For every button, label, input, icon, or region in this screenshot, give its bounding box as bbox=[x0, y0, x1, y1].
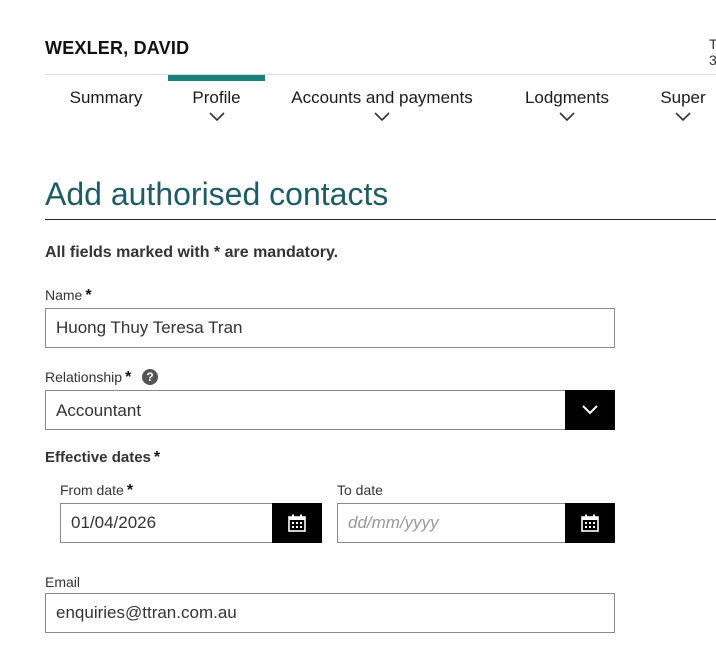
nav-item-label: Lodgments bbox=[524, 88, 610, 107]
relationship-label: Relationship * bbox=[45, 369, 132, 386]
chevron-down-icon bbox=[675, 112, 691, 122]
nav-item-super[interactable]: Super bbox=[654, 75, 712, 130]
nav-item-profile[interactable]: Profile bbox=[168, 75, 265, 130]
relationship-selected-value: Accountant bbox=[56, 401, 142, 420]
nav-item-summary[interactable]: Summary bbox=[62, 75, 150, 130]
help-icon[interactable]: ? bbox=[142, 369, 158, 385]
chevron-down-icon bbox=[374, 112, 390, 122]
calendar-icon bbox=[581, 514, 599, 532]
header-info-cut: T 3 bbox=[709, 36, 716, 68]
from-date-label: From date * bbox=[60, 482, 134, 499]
from-date-calendar-button[interactable] bbox=[272, 503, 322, 543]
nav-item-lodgments[interactable]: Lodgments bbox=[517, 75, 617, 130]
from-date-input[interactable] bbox=[60, 503, 273, 543]
to-date-input[interactable] bbox=[337, 503, 566, 543]
required-marker: * bbox=[125, 369, 132, 386]
main-nav: Summary Profile Accounts and payments Lo… bbox=[0, 75, 716, 135]
chevron-down-icon bbox=[208, 112, 225, 122]
name-input[interactable] bbox=[45, 308, 615, 348]
required-marker: * bbox=[126, 482, 134, 499]
nav-item-label: Super bbox=[660, 88, 706, 107]
chevron-down-icon bbox=[559, 112, 575, 122]
to-date-label: To date bbox=[337, 482, 383, 498]
nav-item-label: Profile bbox=[192, 88, 241, 107]
relationship-select[interactable]: Accountant bbox=[45, 390, 615, 430]
relationship-dropdown-button[interactable] bbox=[565, 390, 615, 430]
email-label: Email bbox=[45, 574, 81, 590]
page-title: Add authorised contacts bbox=[45, 176, 389, 212]
nav-item-label: Summary bbox=[69, 88, 143, 107]
required-marker: * bbox=[85, 287, 92, 304]
email-input[interactable] bbox=[45, 593, 615, 633]
title-divider bbox=[45, 219, 716, 220]
chevron-down-icon bbox=[582, 405, 598, 415]
to-date-calendar-button[interactable] bbox=[565, 503, 615, 543]
nav-item-label: Accounts and payments bbox=[291, 88, 473, 107]
required-marker: * bbox=[153, 449, 161, 466]
mandatory-note: All fields marked with * are mandatory. bbox=[45, 244, 339, 261]
calendar-icon bbox=[288, 514, 306, 532]
name-label: Name * bbox=[45, 287, 92, 304]
effective-dates-label: Effective dates * bbox=[45, 449, 161, 466]
nav-item-accounts-and-payments[interactable]: Accounts and payments bbox=[283, 75, 481, 130]
client-name: WEXLER, DAVID bbox=[45, 38, 190, 58]
